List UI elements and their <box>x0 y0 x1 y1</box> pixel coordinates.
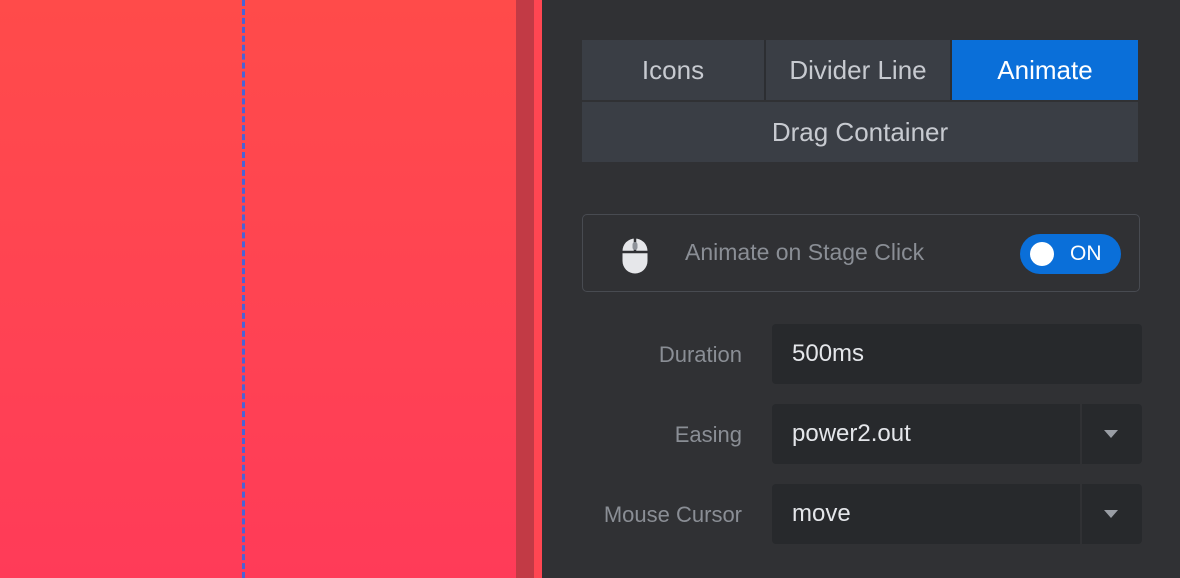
easing-select[interactable]: power2.out <box>772 404 1142 464</box>
duration-label: Duration <box>658 342 742 367</box>
mouse-cursor-value: move <box>792 500 851 527</box>
stage-click-switch[interactable]: ON <box>1020 234 1121 274</box>
stage-click-label: Animate on Stage Click <box>685 239 925 265</box>
chevron-down-icon[interactable] <box>1104 510 1118 518</box>
select-separator <box>1080 404 1082 464</box>
duration-value: 500ms <box>792 340 865 367</box>
select-separator <box>1080 484 1082 544</box>
duration-row: Duration 500ms <box>542 324 1142 384</box>
chevron-down-icon[interactable] <box>1104 430 1118 438</box>
mouse-cursor-select[interactable]: move <box>772 484 1142 544</box>
duration-input[interactable]: 500ms <box>772 324 1142 384</box>
stage-click-toggle-row: Animate on Stage Click ON <box>582 214 1140 292</box>
tab-animate[interactable]: Animate <box>952 40 1138 100</box>
settings-panel: Icons Divider Line Animate Drag Containe… <box>542 0 1180 578</box>
easing-row: Easing power2.out <box>542 404 1142 464</box>
switch-knob <box>1030 242 1054 266</box>
tab-bar: Icons Divider Line Animate Drag Containe… <box>582 40 1138 162</box>
easing-label: Easing <box>674 422 742 447</box>
mouse-icon <box>621 237 649 280</box>
mouse-cursor-row: Mouse Cursor move <box>542 484 1142 544</box>
canvas-edge <box>516 0 534 578</box>
canvas-edge-highlight <box>534 0 542 578</box>
stage-canvas[interactable] <box>0 0 516 578</box>
easing-value: power2.out <box>792 420 911 447</box>
mouse-cursor-label: Mouse Cursor <box>603 502 742 527</box>
tab-icons[interactable]: Icons <box>582 40 766 100</box>
tab-drag-container[interactable]: Drag Container <box>582 102 1138 162</box>
tab-divider-line[interactable]: Divider Line <box>766 40 952 100</box>
dashed-divider-line[interactable] <box>242 0 245 578</box>
switch-state-text: ON <box>1070 242 1102 265</box>
